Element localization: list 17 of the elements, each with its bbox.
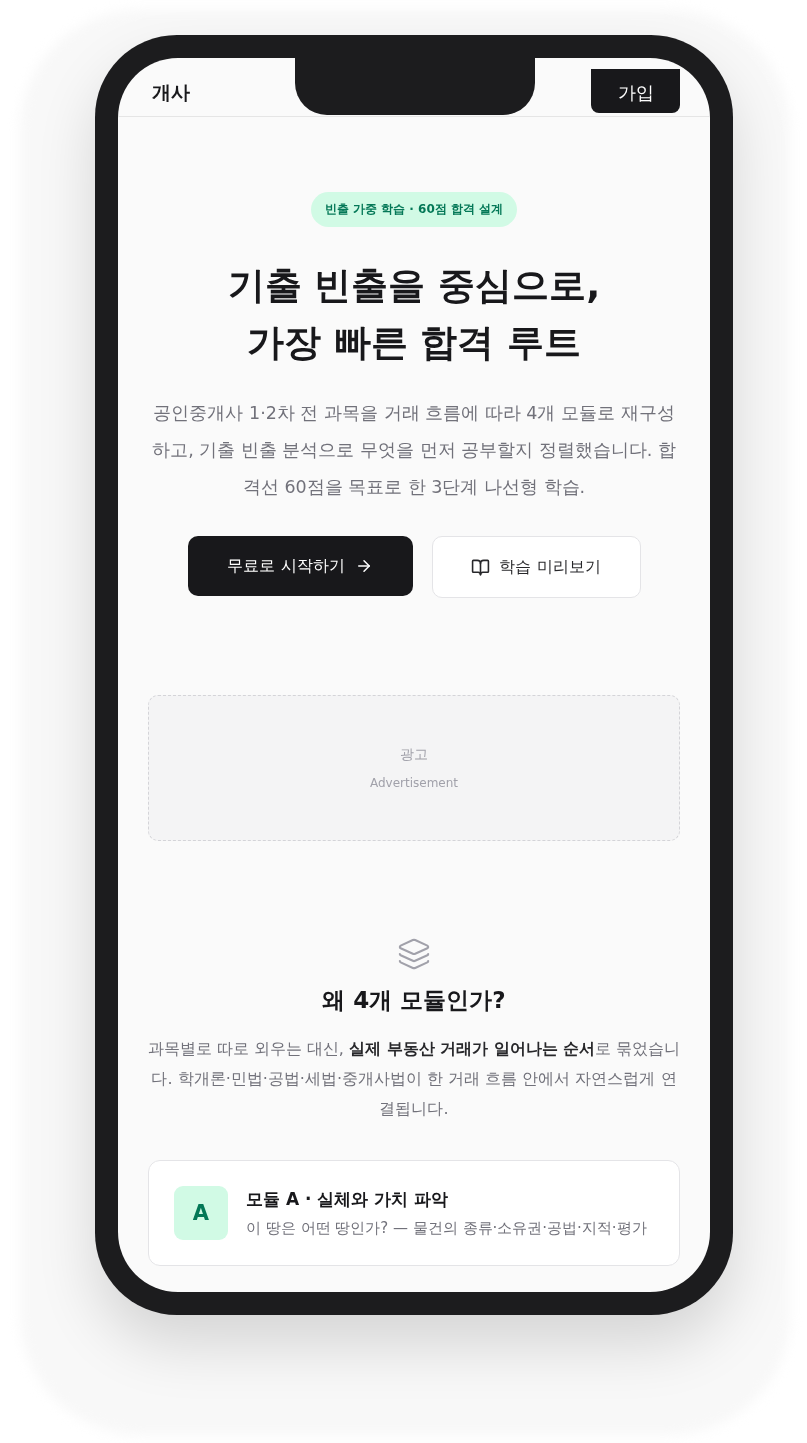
hero-description: 공인중개사 1·2차 전 과목을 거래 흐름에 따라 4개 모듈로 재구성하고, 기출 빈출 분석으로 무엇을 먼저 공부할지 정렬했습니다. 합격선 60점을 목표로 한 3단계 나선형 학습. [151, 402, 677, 499]
feature-badge: 빈출 가중 학습 · 60점 합격 설계 [310, 192, 518, 227]
layers-icon [397, 937, 431, 971]
ad-label: 광고 [400, 746, 428, 764]
module-description: 이 땅은 어떤 땅인가? — 물건의 종류·소유권·공법·지적·평가 [246, 1219, 647, 1238]
signup-button[interactable]: 가입 [591, 69, 680, 113]
site-logo[interactable]: 개사 [152, 80, 190, 116]
module-letter: A [174, 1186, 228, 1240]
ad-caption: Advertisement [369, 776, 459, 790]
section-description: 과목별로 따로 외우는 대신, 실제 부동산 거래가 일어나는 순서로 묶었습니다. 학개론·민법·공법·세법·중개사법이 한 거래 흐름 안에서 자연스럽게 연결됩니다. [146, 1038, 682, 1120]
preview-button[interactable]: 학습 미리보기 [431, 536, 641, 598]
module-title: 모듈 A · 실체와 가치 파악 [246, 1188, 450, 1211]
hero-title: 기출 빈출을 중심으로, 가장 빠른 합격 루트 [227, 263, 601, 366]
module-card[interactable]: A 모듈 A · 실체와 가치 파악 이 땅은 어떤 땅인가? — 물건의 종류·소유권·공법·지적·평가 [148, 1160, 680, 1266]
book-icon [471, 557, 491, 577]
start-button[interactable]: 무료로 시작하기 [187, 536, 413, 596]
section-title: 왜 4개 모듈인가? [322, 986, 506, 1015]
